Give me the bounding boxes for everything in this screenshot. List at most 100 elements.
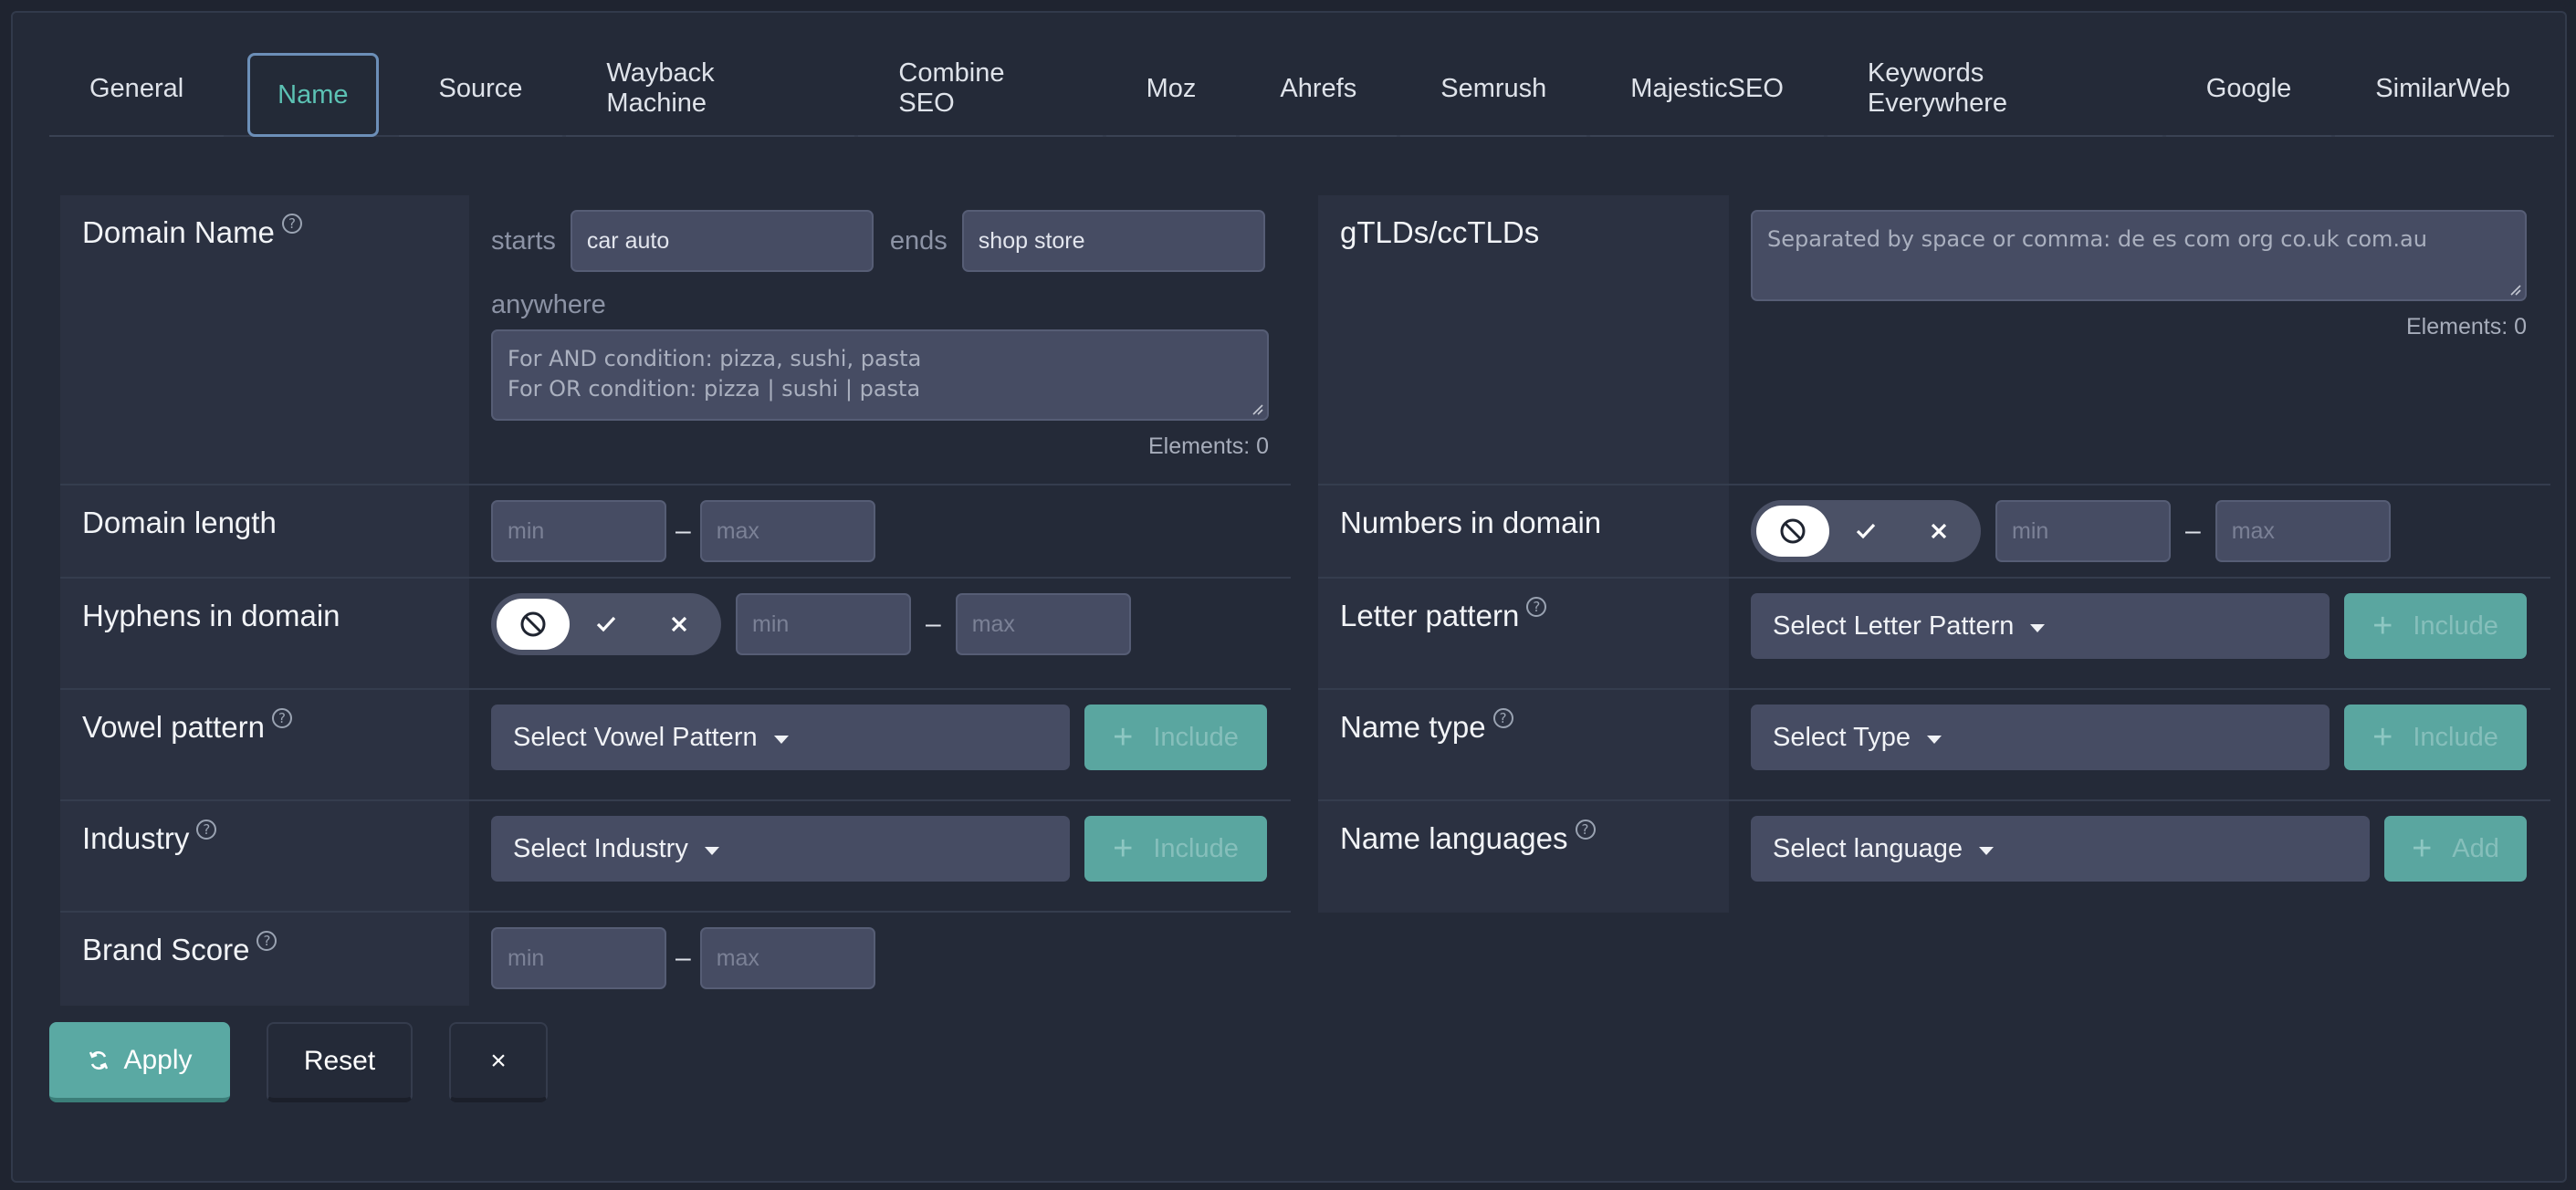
check-icon xyxy=(596,616,616,632)
help-icon[interactable]: ? xyxy=(271,708,292,728)
help-icon[interactable]: ? xyxy=(196,819,217,840)
industry-label: Industry xyxy=(82,821,190,855)
industry-select-value: Select Industry xyxy=(513,833,688,863)
caret-down-icon xyxy=(2030,623,2046,632)
vowel-pattern-select[interactable]: Select Vowel Pattern xyxy=(491,705,1070,770)
tab-combine-seo[interactable]: Combine SEO xyxy=(858,42,1103,137)
toggle-any-option[interactable] xyxy=(497,599,570,650)
name-languages-select[interactable]: Select language xyxy=(1751,816,2370,882)
tab-general[interactable]: General xyxy=(49,42,225,137)
industry-select[interactable]: Select Industry xyxy=(491,816,1070,882)
toggle-yes-option[interactable] xyxy=(1829,506,1902,557)
help-icon[interactable]: ? xyxy=(1492,708,1513,728)
domain-name-row: Domain Name ? starts car auto ends shop … xyxy=(60,195,1291,485)
domain-length-min-input[interactable]: min xyxy=(491,500,666,562)
range-dash: – xyxy=(926,609,941,639)
toggle-no-option[interactable] xyxy=(643,599,716,650)
help-icon[interactable]: ? xyxy=(1575,819,1596,840)
industry-include-button[interactable]: + Include xyxy=(1084,816,1267,882)
letter-pattern-include-button[interactable]: + Include xyxy=(2344,593,2527,659)
tlds-controls: Separated by space or comma: de es com o… xyxy=(1729,195,2550,484)
anywhere-textarea[interactable]: For AND condition: pizza, sushi, pasta F… xyxy=(491,329,1269,421)
toggle-yes-option[interactable] xyxy=(570,599,643,650)
domain-name-label: Domain Name xyxy=(82,215,275,249)
caret-down-icon xyxy=(1927,735,1942,744)
tab-similarweb[interactable]: SimilarWeb xyxy=(2335,42,2551,137)
brand-score-min-input[interactable]: min xyxy=(491,927,666,989)
help-icon[interactable]: ? xyxy=(1526,597,1547,617)
numbers-row: Numbers in domain min – max xyxy=(1318,485,2550,579)
reset-button-label: Reset xyxy=(303,1045,376,1076)
numbers-max-input[interactable]: max xyxy=(2215,500,2391,562)
name-languages-select-value: Select language xyxy=(1773,833,1963,863)
numbers-min-input[interactable]: min xyxy=(1995,500,2171,562)
plus-icon: + xyxy=(2412,829,2433,868)
caret-down-icon xyxy=(704,846,719,855)
include-button-label: Include xyxy=(1153,722,1239,752)
caret-down-icon xyxy=(1979,846,1994,855)
name-type-select-value: Select Type xyxy=(1773,722,1911,752)
hyphens-max-input[interactable]: max xyxy=(955,593,1131,655)
reset-button[interactable]: Reset xyxy=(267,1022,413,1102)
letter-pattern-label-cell: Letter pattern ? xyxy=(1318,579,1729,688)
name-languages-add-button[interactable]: + Add xyxy=(2384,816,2527,882)
domain-name-label-cell: Domain Name ? xyxy=(60,195,469,484)
hyphens-controls: min – max xyxy=(469,579,1291,688)
name-languages-controls: Select language + Add xyxy=(1729,801,2550,913)
resize-handle-icon[interactable] xyxy=(1251,402,1263,415)
ends-input[interactable]: shop store xyxy=(961,210,1265,272)
hyphens-min-input[interactable]: min xyxy=(736,593,911,655)
add-button-label: Add xyxy=(2452,833,2499,863)
plus-icon: + xyxy=(2372,606,2393,645)
range-dash: – xyxy=(675,516,691,546)
tab-name[interactable]: Name xyxy=(247,53,379,137)
brand-score-max-input[interactable]: max xyxy=(699,927,875,989)
industry-controls: Select Industry + Include xyxy=(469,801,1291,911)
hyphens-tristate-toggle xyxy=(491,593,721,655)
name-type-select[interactable]: Select Type xyxy=(1751,705,2330,770)
tab-google[interactable]: Google xyxy=(2165,42,2332,137)
numbers-tristate-toggle xyxy=(1751,500,1981,562)
refresh-icon xyxy=(89,1050,109,1070)
toggle-no-option[interactable] xyxy=(1902,506,1975,557)
name-type-label-cell: Name type ? xyxy=(1318,690,1729,799)
close-button-label: × xyxy=(490,1045,507,1076)
include-button-label: Include xyxy=(2413,611,2498,641)
brand-score-controls: min – max xyxy=(469,913,1291,1006)
tab-keywords-everywhere[interactable]: Keywords Everywhere xyxy=(1827,42,2162,137)
tab-bar: General Name Source Wayback Machine Comb… xyxy=(49,42,2554,137)
tab-majesticseo[interactable]: MajesticSEO xyxy=(1590,42,1824,137)
close-icon xyxy=(1931,523,1947,539)
industry-row: Industry ? Select Industry + Include xyxy=(60,801,1291,913)
hyphens-label: Hyphens in domain xyxy=(82,599,340,632)
tab-source[interactable]: Source xyxy=(398,42,563,137)
plus-icon: + xyxy=(1113,829,1134,868)
vowel-pattern-select-value: Select Vowel Pattern xyxy=(513,722,758,752)
domain-length-max-input[interactable]: max xyxy=(699,500,875,562)
letter-pattern-select[interactable]: Select Letter Pattern xyxy=(1751,593,2330,659)
domain-length-label-cell: Domain length xyxy=(60,485,469,577)
close-button[interactable]: × xyxy=(449,1022,548,1102)
tab-moz[interactable]: Moz xyxy=(1105,42,1237,137)
apply-button[interactable]: Apply xyxy=(49,1022,230,1102)
tab-wayback-machine[interactable]: Wayback Machine xyxy=(566,42,855,137)
domain-name-controls: starts car auto ends shop store anywhere… xyxy=(469,195,1291,484)
name-type-include-button[interactable]: + Include xyxy=(2344,705,2527,770)
include-button-label: Include xyxy=(2413,722,2498,752)
domain-length-label: Domain length xyxy=(82,506,277,539)
tlds-elements-count: Elements: 0 xyxy=(2405,314,2527,339)
resize-handle-icon[interactable] xyxy=(2508,283,2521,296)
ends-label: ends xyxy=(889,225,948,256)
close-icon xyxy=(671,616,687,632)
help-icon[interactable]: ? xyxy=(257,931,277,951)
help-icon[interactable]: ? xyxy=(281,214,302,234)
hyphens-label-cell: Hyphens in domain xyxy=(60,579,469,688)
starts-input[interactable]: car auto xyxy=(570,210,874,272)
vowel-pattern-include-button[interactable]: + Include xyxy=(1084,705,1267,770)
tlds-textarea[interactable]: Separated by space or comma: de es com o… xyxy=(1751,210,2527,301)
ban-icon xyxy=(520,611,546,637)
tlds-label: gTLDs/ccTLDs xyxy=(1340,215,1540,249)
tab-ahrefs[interactable]: Ahrefs xyxy=(1240,42,1398,137)
toggle-any-option[interactable] xyxy=(1756,506,1829,557)
tab-semrush[interactable]: Semrush xyxy=(1400,42,1587,137)
